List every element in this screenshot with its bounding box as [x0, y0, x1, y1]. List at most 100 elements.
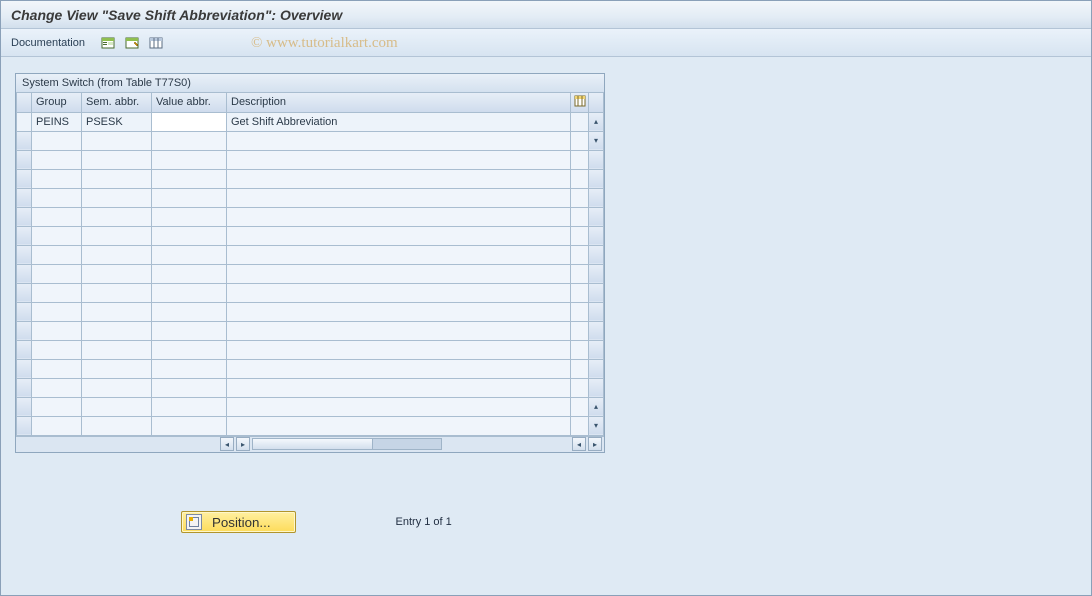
vscroll-track[interactable]: [589, 188, 604, 207]
scroll-down-icon[interactable]: ▾: [589, 131, 604, 150]
cell-sem-abbr[interactable]: [82, 302, 152, 321]
vscroll-track[interactable]: [589, 340, 604, 359]
cell-group[interactable]: PEINS: [32, 112, 82, 131]
cell-description[interactable]: [227, 207, 571, 226]
cell-sem-abbr[interactable]: [82, 169, 152, 188]
cell-group[interactable]: [32, 226, 82, 245]
cell-sem-abbr[interactable]: [82, 264, 152, 283]
row-selector[interactable]: [17, 207, 32, 226]
cell-value-abbr[interactable]: [152, 283, 227, 302]
horizontal-scrollbar[interactable]: ◂ ▸ ◂ ▸: [16, 436, 604, 452]
cell-sem-abbr[interactable]: [82, 359, 152, 378]
cell-sem-abbr[interactable]: [82, 283, 152, 302]
vscroll-track[interactable]: [589, 264, 604, 283]
cell-sem-abbr[interactable]: [82, 321, 152, 340]
cell-description[interactable]: [227, 321, 571, 340]
vscroll-track[interactable]: [589, 321, 604, 340]
documentation-label[interactable]: Documentation: [11, 37, 85, 49]
cell-description[interactable]: [227, 169, 571, 188]
cell-sem-abbr[interactable]: [82, 226, 152, 245]
row-selector[interactable]: [17, 169, 32, 188]
cell-description[interactable]: [227, 131, 571, 150]
table-row[interactable]: [17, 207, 604, 226]
hscroll-track[interactable]: [252, 438, 442, 450]
cell-sem-abbr[interactable]: [82, 378, 152, 397]
table-settings-icon[interactable]: [147, 34, 165, 52]
display-icon[interactable]: [99, 34, 117, 52]
cell-value-abbr[interactable]: [152, 188, 227, 207]
cell-sem-abbr[interactable]: PSESK: [82, 112, 152, 131]
table-row[interactable]: PEINSPSESKGet Shift Abbreviation▴: [17, 112, 604, 131]
scroll-down-icon[interactable]: ▾: [589, 416, 604, 435]
cell-group[interactable]: [32, 264, 82, 283]
cell-group[interactable]: [32, 169, 82, 188]
position-button[interactable]: Position...: [181, 511, 296, 533]
cell-value-abbr[interactable]: [152, 416, 227, 435]
cell-value-abbr[interactable]: [152, 340, 227, 359]
cell-description[interactable]: [227, 188, 571, 207]
select-all-header[interactable]: [17, 93, 32, 112]
cell-sem-abbr[interactable]: [82, 416, 152, 435]
vscroll-track[interactable]: [589, 378, 604, 397]
vscroll-track[interactable]: [589, 302, 604, 321]
cell-description[interactable]: [227, 245, 571, 264]
cell-value-abbr[interactable]: [152, 245, 227, 264]
row-selector[interactable]: [17, 340, 32, 359]
col-description[interactable]: Description: [227, 93, 571, 112]
cell-description[interactable]: [227, 378, 571, 397]
row-selector[interactable]: [17, 302, 32, 321]
col-sem-abbr[interactable]: Sem. abbr.: [82, 93, 152, 112]
table-row[interactable]: [17, 188, 604, 207]
cell-group[interactable]: [32, 321, 82, 340]
row-selector[interactable]: [17, 188, 32, 207]
scroll-left-icon[interactable]: ▸: [236, 437, 250, 451]
col-value-abbr[interactable]: Value abbr.: [152, 93, 227, 112]
row-selector[interactable]: [17, 378, 32, 397]
cell-description[interactable]: [227, 416, 571, 435]
table-row[interactable]: ▾: [17, 131, 604, 150]
table-row[interactable]: [17, 302, 604, 321]
cell-group[interactable]: [32, 340, 82, 359]
row-selector[interactable]: [17, 283, 32, 302]
cell-value-abbr[interactable]: [152, 378, 227, 397]
cell-description[interactable]: [227, 264, 571, 283]
cell-sem-abbr[interactable]: [82, 340, 152, 359]
table-row[interactable]: [17, 359, 604, 378]
vscroll-track[interactable]: [589, 169, 604, 188]
cell-sem-abbr[interactable]: [82, 397, 152, 416]
cell-sem-abbr[interactable]: [82, 207, 152, 226]
table-row[interactable]: [17, 321, 604, 340]
vscroll-track[interactable]: [589, 150, 604, 169]
row-selector[interactable]: [17, 397, 32, 416]
cell-group[interactable]: [32, 150, 82, 169]
cell-description[interactable]: [227, 283, 571, 302]
row-selector[interactable]: [17, 416, 32, 435]
cell-group[interactable]: [32, 378, 82, 397]
row-selector[interactable]: [17, 321, 32, 340]
hscroll-thumb[interactable]: [253, 439, 373, 449]
cell-group[interactable]: [32, 188, 82, 207]
cell-value-abbr[interactable]: [152, 264, 227, 283]
table-row[interactable]: [17, 169, 604, 188]
cell-value-abbr[interactable]: [152, 226, 227, 245]
cell-description[interactable]: [227, 359, 571, 378]
row-selector[interactable]: [17, 131, 32, 150]
cell-description[interactable]: [227, 397, 571, 416]
cell-value-abbr[interactable]: [152, 150, 227, 169]
scroll-up-icon[interactable]: ▴: [589, 112, 604, 131]
save-icon[interactable]: [123, 34, 141, 52]
cell-sem-abbr[interactable]: [82, 131, 152, 150]
cell-group[interactable]: [32, 245, 82, 264]
table-row[interactable]: [17, 150, 604, 169]
vscroll-track[interactable]: [589, 359, 604, 378]
configure-columns-icon[interactable]: [571, 93, 589, 112]
cell-value-abbr[interactable]: [152, 397, 227, 416]
table-row[interactable]: [17, 340, 604, 359]
row-selector[interactable]: [17, 226, 32, 245]
row-selector[interactable]: [17, 150, 32, 169]
vscroll-track[interactable]: [589, 245, 604, 264]
scroll-last-icon[interactable]: ▸: [588, 437, 602, 451]
cell-value-abbr[interactable]: [152, 169, 227, 188]
table-row[interactable]: [17, 245, 604, 264]
cell-group[interactable]: [32, 397, 82, 416]
